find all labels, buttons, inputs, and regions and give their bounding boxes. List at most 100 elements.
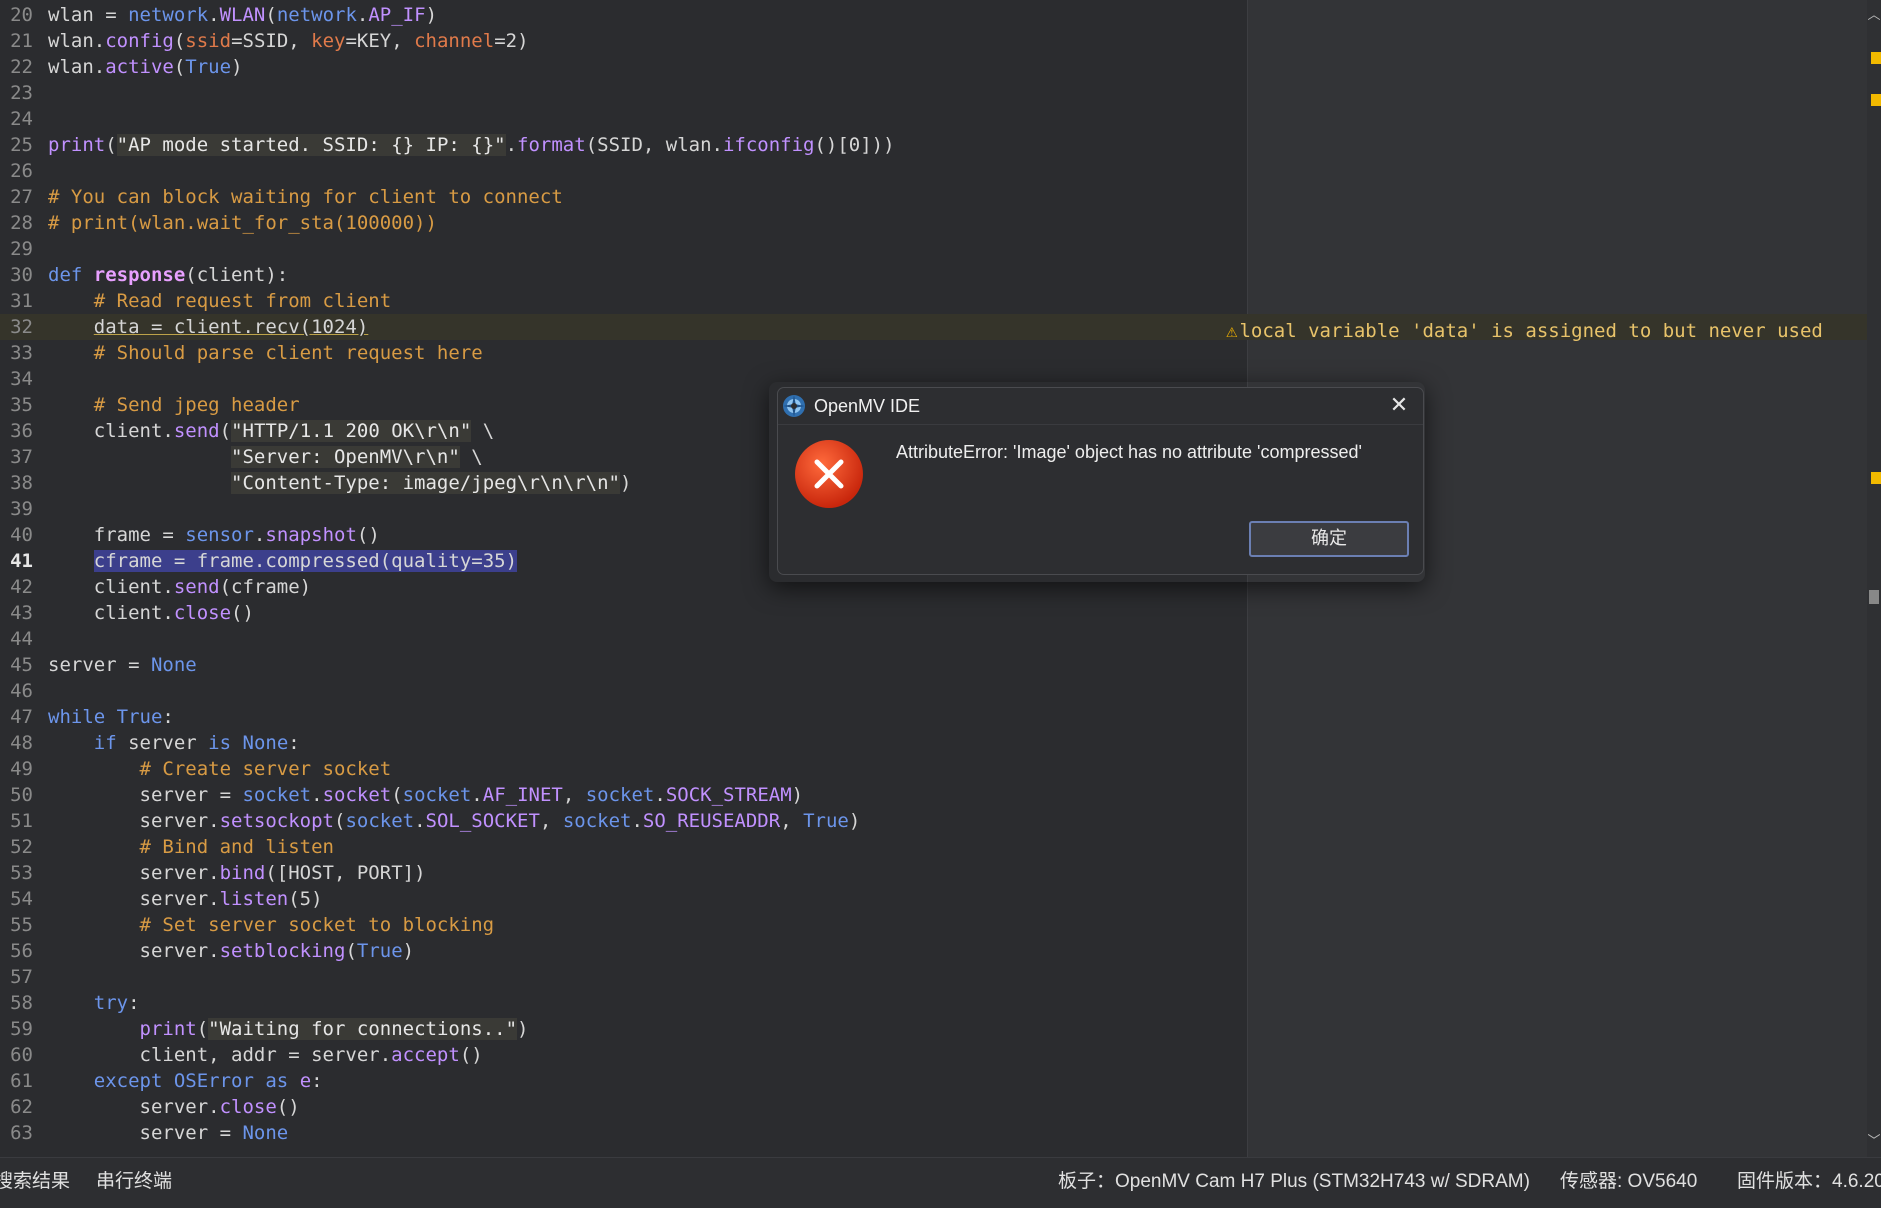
code-text[interactable]: wlan.config(ssid=SSID, key=KEY, channel=… [48,28,529,54]
code-text[interactable]: try: [48,990,140,1016]
code-text[interactable]: wlan = network.WLAN(network.AP_IF) [48,2,437,28]
line-number: 31 [10,290,33,312]
code-line[interactable]: 57 [0,964,1867,990]
code-line[interactable]: 22 wlan.active(True) [0,54,1867,80]
code-text[interactable]: server = socket.socket(socket.AF_INET, s… [48,782,804,808]
scroll-up-icon[interactable]: ︿ [1867,4,1881,23]
warning-marker[interactable] [1871,52,1881,64]
line-number: 22 [10,56,33,78]
vertical-scrollbar[interactable]: ︿ ﹀ [1867,0,1881,1157]
code-line[interactable]: 52 # Bind and listen [0,834,1867,860]
line-number: 43 [10,602,33,624]
code-text[interactable]: # Read request from client [48,288,391,314]
code-text[interactable]: server.close() [48,1094,300,1120]
code-text[interactable]: data = client.recv(1024) [48,314,369,340]
code-text[interactable]: server = None [48,652,197,678]
code-line[interactable]: 25 print("AP mode started. SSID: {} IP: {… [0,132,1867,158]
code-text[interactable]: # You can block waiting for client to co… [48,184,563,210]
code-line[interactable]: 53 server.bind([HOST, PORT]) [0,860,1867,886]
code-line[interactable]: 44 [0,626,1867,652]
code-text[interactable]: server.listen(5) [48,886,323,912]
code-token: key [311,30,346,52]
code-text[interactable]: except OSError as e: [48,1068,323,1094]
code-line[interactable]: 59 print("Waiting for connections..") [0,1016,1867,1042]
code-text[interactable]: client.send("HTTP/1.1 200 OK\r\n" \ [48,418,494,444]
code-line[interactable]: 51 server.setsockopt(socket.SOL_SOCKET, … [0,808,1867,834]
code-text[interactable]: "Content-Type: image/jpeg\r\n\r\n") [48,470,631,496]
code-line[interactable]: 60 client, addr = server.accept() [0,1042,1867,1068]
code-text[interactable]: server = None [48,1120,289,1146]
code-line[interactable]: 49 # Create server socket [0,756,1867,782]
warning-marker[interactable] [1871,472,1881,484]
code-line[interactable]: 31 # Read request from client [0,288,1867,314]
code-text[interactable]: if server is None: [48,730,300,756]
code-line[interactable]: 45 server = None [0,652,1867,678]
code-text[interactable]: server.setblocking(True) [48,938,415,964]
code-line[interactable]: 62 server.close() [0,1094,1867,1120]
code-line[interactable]: 43 client.close() [0,600,1867,626]
warning-text: local variable 'data' is assigned to but… [1239,320,1823,342]
code-text[interactable]: # Set server socket to blocking [48,912,495,938]
code-token: ( [105,134,117,156]
code-text[interactable]: wlan.active(True) [48,54,243,80]
code-text[interactable]: # print(wlan.wait_for_sta(100000)) [48,210,437,236]
code-line[interactable]: 56 server.setblocking(True) [0,938,1867,964]
code-line[interactable]: 48 if server is None: [0,730,1867,756]
dialog-title-bar[interactable]: OpenMV IDE ✕ [778,388,1423,425]
code-line[interactable]: 54 server.listen(5) [0,886,1867,912]
tab-search-results[interactable]: 搜索结果 [0,1158,70,1208]
code-text[interactable]: client, addr = server.accept() [48,1042,483,1068]
code-line[interactable]: 20 wlan = network.WLAN(network.AP_IF) [0,2,1867,28]
warning-marker[interactable] [1871,94,1881,106]
code-text[interactable]: # Should parse client request here [48,340,483,366]
code-text[interactable]: while True: [48,704,174,730]
code-text[interactable]: "Server: OpenMV\r\n" \ [48,444,483,470]
close-icon[interactable]: ✕ [1385,392,1413,420]
line-number: 41 [10,550,33,572]
line-number: 23 [10,82,33,104]
code-line[interactable]: 50 server = socket.socket(socket.AF_INET… [0,782,1867,808]
code-text[interactable]: # Bind and listen [48,834,334,860]
code-token: server. [48,810,220,832]
line-number: 26 [10,160,33,182]
code-text[interactable]: # Create server socket [48,756,392,782]
code-line[interactable]: 23 [0,80,1867,106]
scroll-down-icon[interactable]: ﹀ [1867,1130,1881,1149]
code-text[interactable]: print("Waiting for connections..") [48,1016,528,1042]
code-token: (cframe) [219,576,312,598]
line-number: 36 [10,420,33,442]
code-line[interactable]: 58 try: [0,990,1867,1016]
code-line[interactable]: 55 # Set server socket to blocking [0,912,1867,938]
code-text[interactable]: client.close() [48,600,254,626]
code-token: ) [619,472,632,494]
code-text[interactable]: def response(client): [48,262,288,288]
code-line[interactable]: 26 [0,158,1867,184]
tab-serial-terminal[interactable]: 串行终端 [96,1158,172,1208]
code-token: , [780,810,804,832]
code-text[interactable]: frame = sensor.snapshot() [48,522,380,548]
ok-button[interactable]: 确定 [1249,521,1409,557]
code-line[interactable]: 63 server = None [0,1120,1867,1146]
code-text[interactable]: client.send(cframe) [48,574,311,600]
code-text[interactable]: server.setsockopt(socket.SOL_SOCKET, soc… [48,808,861,834]
scrollbar-thumb[interactable] [1869,590,1879,604]
code-line[interactable]: 47 while True: [0,704,1867,730]
code-line[interactable]: 46 [0,678,1867,704]
code-token: network [276,4,357,26]
code-text[interactable]: server.bind([HOST, PORT]) [48,860,426,886]
code-line[interactable]: 30 def response(client): [0,262,1867,288]
code-token: response [93,264,186,286]
code-text[interactable]: print("AP mode started. SSID: {} IP: {}"… [48,132,895,158]
code-line[interactable]: 29 [0,236,1867,262]
code-line[interactable]: 21 wlan.config(ssid=SSID, key=KEY, channe… [0,28,1867,54]
code-line[interactable]: 24 [0,106,1867,132]
code-line[interactable]: 27 # You can block waiting for client to … [0,184,1867,210]
code-text[interactable]: # Send jpeg header [48,392,300,418]
code-line[interactable]: 61 except OSError as e: [0,1068,1867,1094]
code-line[interactable]: 28 # print(wlan.wait_for_sta(100000)) [0,210,1867,236]
code-token: . [253,524,266,546]
code-text[interactable]: cframe = frame.compressed(quality=35) [48,548,518,574]
